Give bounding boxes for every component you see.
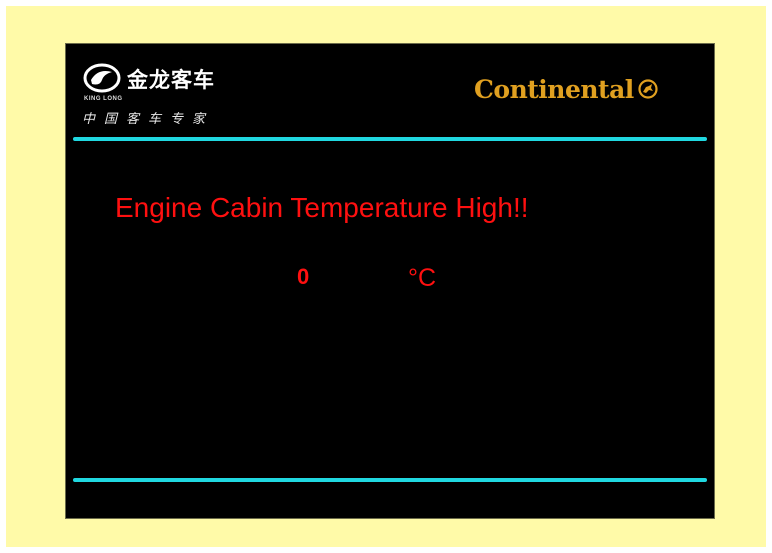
footer-divider — [73, 478, 707, 482]
brand-slogan: 中国客车专家 — [82, 112, 215, 127]
temperature-unit: °C — [408, 264, 437, 292]
alarm-message: Engine Cabin Temperature High!! — [115, 192, 529, 223]
temperature-value: 0 — [297, 264, 310, 289]
king-long-logo: 金龙客车 KING LONG 中国客车专家 — [82, 62, 257, 132]
brand-name-english: KING LONG — [84, 96, 123, 102]
brand-name-chinese: 金龙客车 — [127, 68, 215, 92]
display-frame: 金龙客车 KING LONG 中国客车专家 Continental Engine… — [0, 0, 772, 553]
horse-emblem-icon — [638, 79, 658, 99]
king-long-emblem-icon — [83, 63, 121, 93]
header-divider — [73, 137, 707, 141]
continental-wordmark: Continental — [474, 74, 634, 104]
continental-logo: Continental — [474, 74, 658, 104]
